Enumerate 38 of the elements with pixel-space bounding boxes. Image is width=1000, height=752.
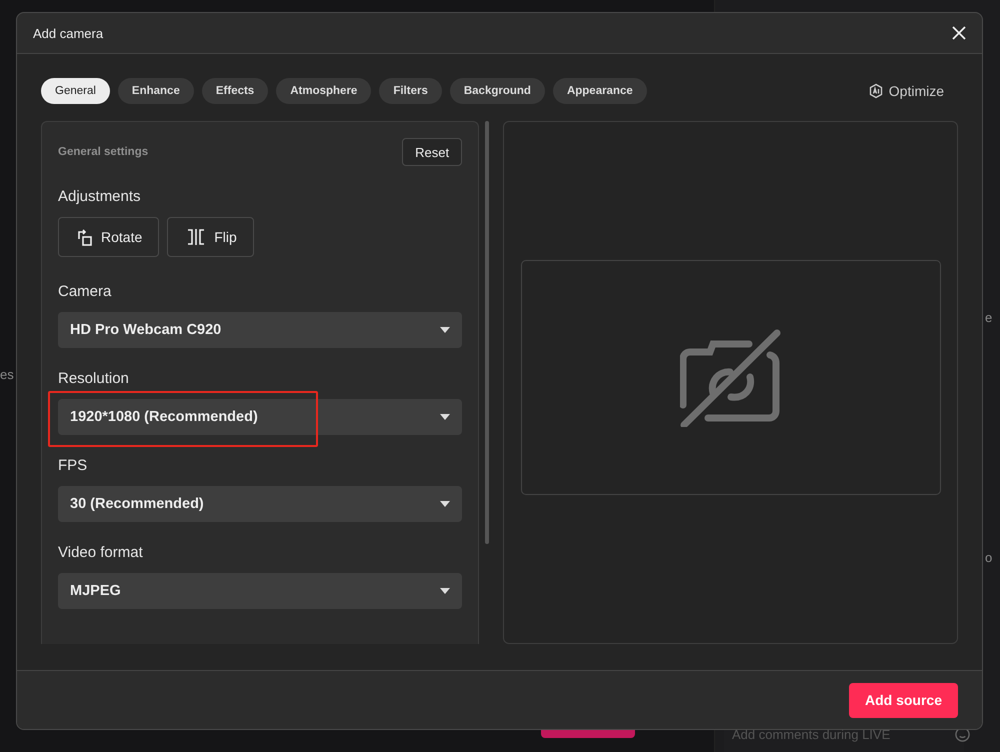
tab[interactable]: Effects bbox=[202, 78, 268, 104]
add-source-button[interactable]: Add source bbox=[848, 682, 958, 718]
rotate-button[interactable]: Rotate bbox=[58, 217, 160, 257]
tab[interactable]: Atmosphere bbox=[276, 78, 372, 104]
scrollbar[interactable] bbox=[485, 121, 489, 544]
field-label: Camera bbox=[58, 283, 112, 300]
caret-icon bbox=[440, 327, 450, 333]
background-text: o bbox=[985, 550, 992, 565]
ai-icon bbox=[868, 83, 884, 99]
rotate-icon bbox=[77, 228, 93, 246]
close-icon bbox=[952, 26, 966, 40]
close-button[interactable] bbox=[950, 24, 968, 42]
reset-button[interactable]: Reset bbox=[402, 138, 462, 166]
tab[interactable]: Appearance bbox=[552, 78, 647, 104]
dropdown[interactable]: HD Pro Webcam C920 bbox=[58, 312, 462, 348]
tab[interactable]: General bbox=[41, 78, 110, 104]
field-label: Adjustments bbox=[58, 188, 142, 205]
camera-off-icon bbox=[680, 328, 782, 426]
caret-icon bbox=[440, 414, 450, 420]
caret-icon bbox=[440, 501, 450, 507]
background-text: e bbox=[985, 310, 992, 325]
dialog-title: Add camera bbox=[33, 26, 104, 40]
optimize-button[interactable]: Optimize bbox=[862, 82, 950, 100]
dropdown[interactable]: 30 (Recommended) bbox=[58, 486, 462, 522]
tab[interactable]: Background bbox=[450, 78, 545, 104]
dropdown[interactable]: 1920*1080 (Recommended) bbox=[58, 399, 462, 435]
caret-icon bbox=[440, 588, 450, 594]
section-title: General settings bbox=[58, 146, 148, 158]
dropdown[interactable]: MJPEG bbox=[58, 573, 462, 609]
background-text: es bbox=[0, 367, 14, 382]
smiley-icon bbox=[955, 727, 970, 742]
field-label: FPS bbox=[58, 457, 88, 474]
tab[interactable]: Filters bbox=[379, 78, 442, 104]
field-label: Resolution bbox=[58, 370, 130, 387]
field-label: Video format bbox=[58, 544, 144, 561]
tab[interactable]: Enhance bbox=[118, 78, 194, 104]
flip-icon bbox=[186, 229, 206, 245]
flip-button[interactable]: Flip bbox=[167, 217, 254, 257]
